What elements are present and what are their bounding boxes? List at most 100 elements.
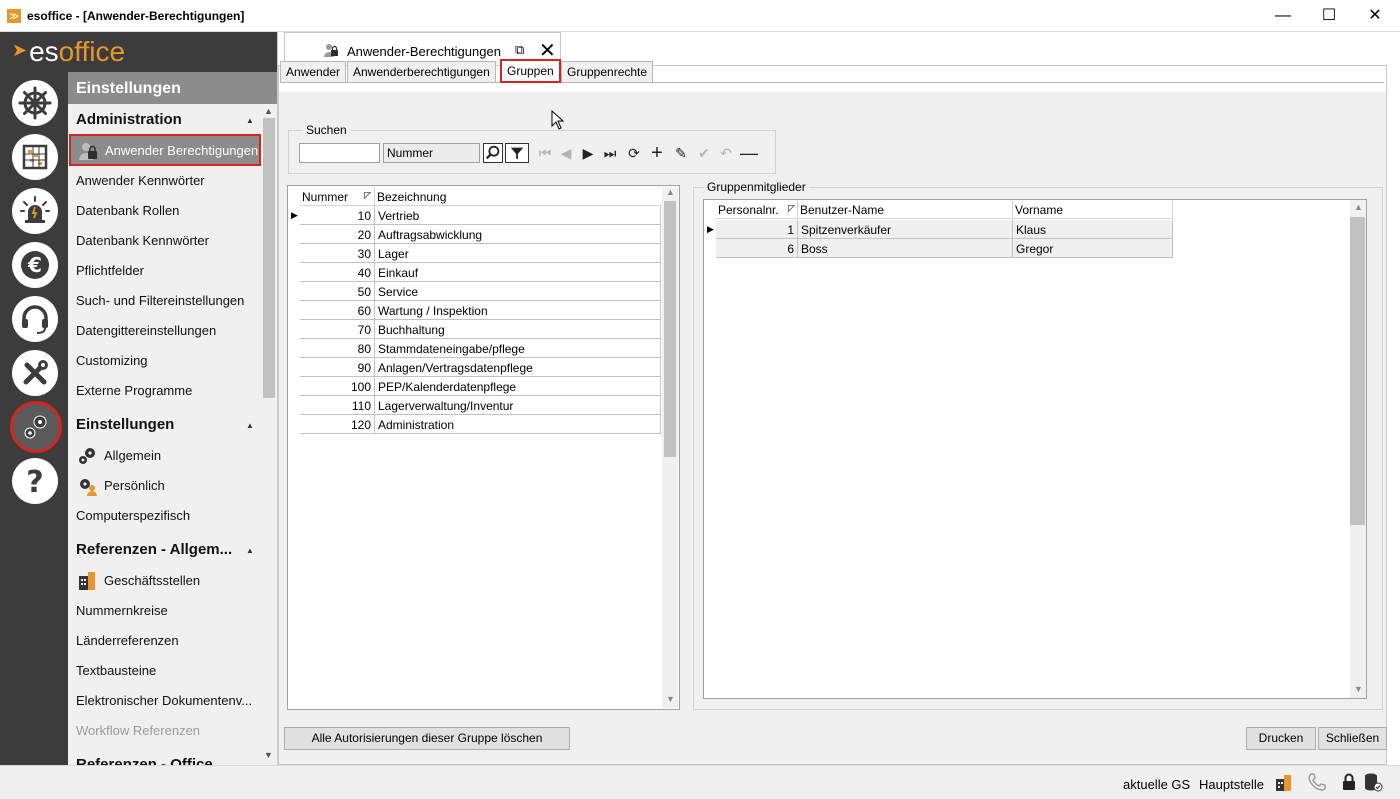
table-cell-bezeichnung[interactable]: Lagerverwaltung/Inventur [375, 396, 661, 415]
nav-group-einstellungen[interactable]: Einstellungen [76, 416, 174, 433]
column-header-vorname[interactable]: Vorname [1013, 200, 1173, 219]
tab-anwender[interactable]: Anwender [280, 61, 347, 82]
nav-item-allgemein[interactable]: Allgemein [76, 448, 161, 464]
minimize-button[interactable]: — [1260, 0, 1306, 32]
scroll-down-icon[interactable]: ▼ [1354, 684, 1363, 694]
module-help-button[interactable]: ? [12, 458, 58, 504]
nav-item-geschaeftsstellen[interactable]: Geschäftsstellen [76, 572, 200, 590]
collapse-referenzen-icon[interactable]: ▲ [246, 546, 254, 555]
close-button[interactable]: Schließen [1318, 727, 1387, 750]
nav-item-laenderreferenzen[interactable]: Länderreferenzen [76, 633, 179, 648]
scroll-up-icon[interactable]: ▲ [666, 187, 675, 197]
module-settings-button[interactable] [10, 401, 62, 453]
add-record-button[interactable]: + [647, 143, 667, 163]
nav-item-elektronischer-dokumentenverwaltung[interactable]: Elektronischer Dokumentenv... [76, 693, 252, 708]
groups-scroll-thumb[interactable] [664, 201, 676, 457]
delete-group-authorizations-button[interactable]: Alle Autorisierungen dieser Gruppe lösch… [284, 727, 570, 750]
module-alarm-button[interactable] [12, 188, 58, 234]
scroll-down-icon[interactable]: ▼ [666, 694, 675, 704]
close-window-button[interactable]: ✕ [1352, 0, 1398, 32]
nav-item-pflichtfelder[interactable]: Pflichtfelder [76, 263, 144, 278]
module-planner-button[interactable] [12, 134, 58, 180]
column-header-bezeichnung[interactable]: Bezeichnung [375, 187, 661, 206]
table-cell-bezeichnung[interactable]: Administration [375, 415, 661, 434]
filter-button[interactable] [505, 143, 529, 163]
nav-item-externe-programme[interactable]: Externe Programme [76, 383, 192, 398]
search-field-select[interactable]: Nummer [383, 143, 480, 163]
module-finance-button[interactable]: € [12, 242, 58, 288]
next-record-button[interactable]: ▶ [578, 143, 598, 163]
search-button[interactable] [483, 143, 503, 163]
column-header-benutzer-name[interactable]: Benutzer-Name [798, 200, 1013, 219]
nav-group-administration[interactable]: Administration [76, 111, 182, 128]
table-cell-nummer[interactable]: 10 [300, 206, 375, 225]
table-cell-vorname[interactable]: Klaus [1013, 220, 1173, 239]
table-cell-personalnr[interactable]: 6 [716, 239, 798, 258]
last-record-button[interactable]: ⏭ [600, 143, 620, 163]
table-cell-benutzer[interactable]: Spitzenverkäufer [798, 220, 1013, 239]
popout-icon[interactable]: ⧉ [515, 42, 524, 58]
table-cell-nummer[interactable]: 90 [300, 358, 375, 377]
table-cell-nummer[interactable]: 120 [300, 415, 375, 434]
table-cell-nummer[interactable]: 110 [300, 396, 375, 415]
nav-item-anwender-kennwoerter[interactable]: Anwender Kennwörter [76, 173, 205, 188]
nav-item-datengitter[interactable]: Datengittereinstellungen [76, 323, 216, 338]
table-cell-nummer[interactable]: 20 [300, 225, 375, 244]
nav-item-nummernkreise[interactable]: Nummernkreise [76, 603, 168, 618]
column-header-personalnr[interactable]: Personalnr. ◸ [716, 200, 798, 219]
scroll-up-icon[interactable]: ▲ [264, 106, 273, 116]
table-cell-bezeichnung[interactable]: Lager [375, 244, 661, 263]
table-cell-nummer[interactable]: 40 [300, 263, 375, 282]
nav-item-textbausteine[interactable]: Textbausteine [76, 663, 156, 678]
nav-item-such-filter[interactable]: Such- und Filtereinstellungen [76, 293, 244, 308]
save-record-button[interactable]: ✔ [694, 143, 714, 163]
nav-item-customizing[interactable]: Customizing [76, 353, 148, 368]
table-cell-bezeichnung[interactable]: Service [375, 282, 661, 301]
nav-item-datenbank-rollen[interactable]: Datenbank Rollen [76, 203, 179, 218]
table-cell-personalnr[interactable]: 1 [716, 220, 798, 239]
undo-button[interactable]: ↶ [716, 143, 736, 163]
table-cell-benutzer[interactable]: Boss [798, 239, 1013, 258]
table-cell-bezeichnung[interactable]: Buchhaltung [375, 320, 661, 339]
previous-record-button[interactable]: ◀ [556, 143, 576, 163]
table-cell-bezeichnung[interactable]: Anlagen/Vertragsdatenpflege [375, 358, 661, 377]
nav-item-computerspezifisch[interactable]: Computerspezifisch [76, 508, 190, 523]
collapse-administration-icon[interactable]: ▲ [246, 116, 254, 125]
module-service-button[interactable] [12, 296, 58, 342]
collapse-einstellungen-icon[interactable]: ▲ [246, 421, 254, 430]
lock-icon[interactable] [1339, 772, 1359, 792]
nav-scrollbar[interactable]: ▲ ▼ [261, 106, 277, 765]
phone-icon[interactable] [1306, 772, 1326, 792]
table-cell-nummer[interactable]: 30 [300, 244, 375, 263]
delete-record-button[interactable]: — [739, 143, 759, 163]
table-cell-bezeichnung[interactable]: Vertrieb [375, 206, 661, 225]
table-cell-nummer[interactable]: 80 [300, 339, 375, 358]
nav-scroll-thumb[interactable] [263, 118, 275, 398]
table-cell-bezeichnung[interactable]: Stammdateneingabe/pflege [375, 339, 661, 358]
first-record-button[interactable]: ⏮ [535, 143, 555, 163]
table-cell-nummer[interactable]: 70 [300, 320, 375, 339]
refresh-button[interactable]: ⟳ [624, 143, 644, 163]
nav-item-persoenlich[interactable]: Persönlich [76, 478, 165, 496]
table-cell-nummer[interactable]: 60 [300, 301, 375, 320]
module-ship-wheel-button[interactable] [12, 80, 58, 126]
table-cell-nummer[interactable]: 50 [300, 282, 375, 301]
maximize-button[interactable]: ☐ [1306, 0, 1352, 32]
tab-anwenderberechtigungen[interactable]: Anwenderberechtigungen [347, 61, 496, 82]
table-cell-bezeichnung[interactable]: PEP/Kalenderdatenpflege [375, 377, 661, 396]
edit-record-button[interactable]: ✎ [671, 143, 691, 163]
table-cell-bezeichnung[interactable]: Auftragsabwicklung [375, 225, 661, 244]
nav-item-anwender-berechtigungen[interactable]: Anwender Berechtigungen [69, 134, 261, 166]
print-button[interactable]: Drucken [1246, 727, 1316, 750]
module-tools-button[interactable] [12, 350, 58, 396]
table-cell-vorname[interactable]: Gregor [1013, 239, 1173, 258]
members-scrollbar[interactable]: ▲ ▼ [1350, 200, 1366, 698]
column-header-nummer[interactable]: Nummer ◸ [300, 187, 375, 206]
scroll-up-icon[interactable]: ▲ [1354, 202, 1363, 212]
members-scroll-thumb[interactable] [1350, 217, 1365, 525]
nav-group-referenzen-allgemein[interactable]: Referenzen - Allgem... [76, 541, 232, 558]
groups-scrollbar[interactable]: ▲ ▼ [662, 187, 678, 708]
nav-group-referenzen-office[interactable]: Referenzen - Office [76, 756, 213, 765]
table-cell-nummer[interactable]: 100 [300, 377, 375, 396]
tab-gruppen[interactable]: Gruppen [500, 59, 561, 83]
